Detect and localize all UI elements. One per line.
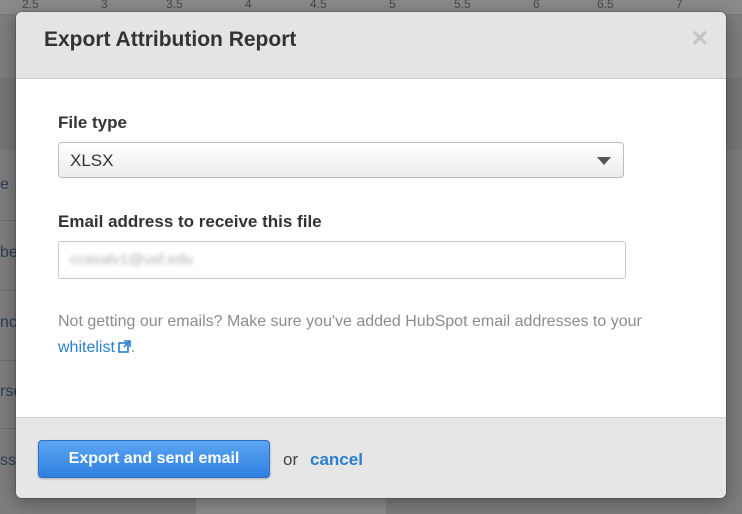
dialog-body: File type XLSX Email address to receive …	[16, 79, 726, 417]
email-label: Email address to receive this file	[58, 212, 322, 231]
ruler-tick: 2.5	[22, 0, 39, 11]
dialog-title: Export Attribution Report	[44, 28, 297, 51]
ruler-tick: 5	[389, 0, 396, 11]
email-field-value: ccasalv1@usf.edu	[70, 251, 193, 268]
ruler-tick: 6.5	[597, 0, 614, 11]
ruler-tick: 3	[101, 0, 108, 11]
background-row-fragment: e	[0, 176, 9, 193]
file-type-label: File type	[58, 113, 127, 132]
ruler-tick: 5.5	[454, 0, 471, 11]
help-text-suffix: .	[130, 339, 136, 356]
external-link-icon	[118, 340, 131, 353]
or-separator-text: or	[283, 450, 299, 469]
chevron-down-icon	[597, 157, 611, 165]
export-dialog: Export Attribution Report × File type XL…	[16, 12, 726, 498]
file-type-selected-value: XLSX	[70, 151, 114, 170]
background-row-divider	[0, 290, 16, 291]
ruler-tick: 3.5	[166, 0, 183, 11]
help-text-prefix: Not getting our emails? Make sure you've…	[58, 313, 642, 330]
background-row-divider	[0, 428, 16, 429]
cancel-link[interactable]: cancel	[310, 450, 363, 470]
dialog-footer: Export and send email or cancel	[16, 417, 726, 498]
background-tab	[196, 496, 386, 514]
background-row-divider	[0, 360, 16, 361]
ruler-tick: 4.5	[310, 0, 327, 11]
ruler-tick: 7	[676, 0, 683, 11]
background-row-fragment: ss	[0, 452, 16, 469]
dialog-header: Export Attribution Report ×	[16, 12, 726, 79]
whitelist-link[interactable]: whitelist	[58, 339, 115, 356]
ruler-tick: 6	[533, 0, 540, 11]
ruler-tick: 4	[245, 0, 252, 11]
file-type-select[interactable]: XLSX	[58, 142, 624, 178]
background-row-divider	[0, 220, 16, 221]
whitelist-help-text: Not getting our emails? Make sure you've…	[58, 309, 698, 361]
background-row-fragment: nc	[0, 314, 17, 331]
export-and-send-email-button[interactable]: Export and send email	[38, 440, 270, 478]
close-icon[interactable]: ×	[692, 24, 708, 52]
